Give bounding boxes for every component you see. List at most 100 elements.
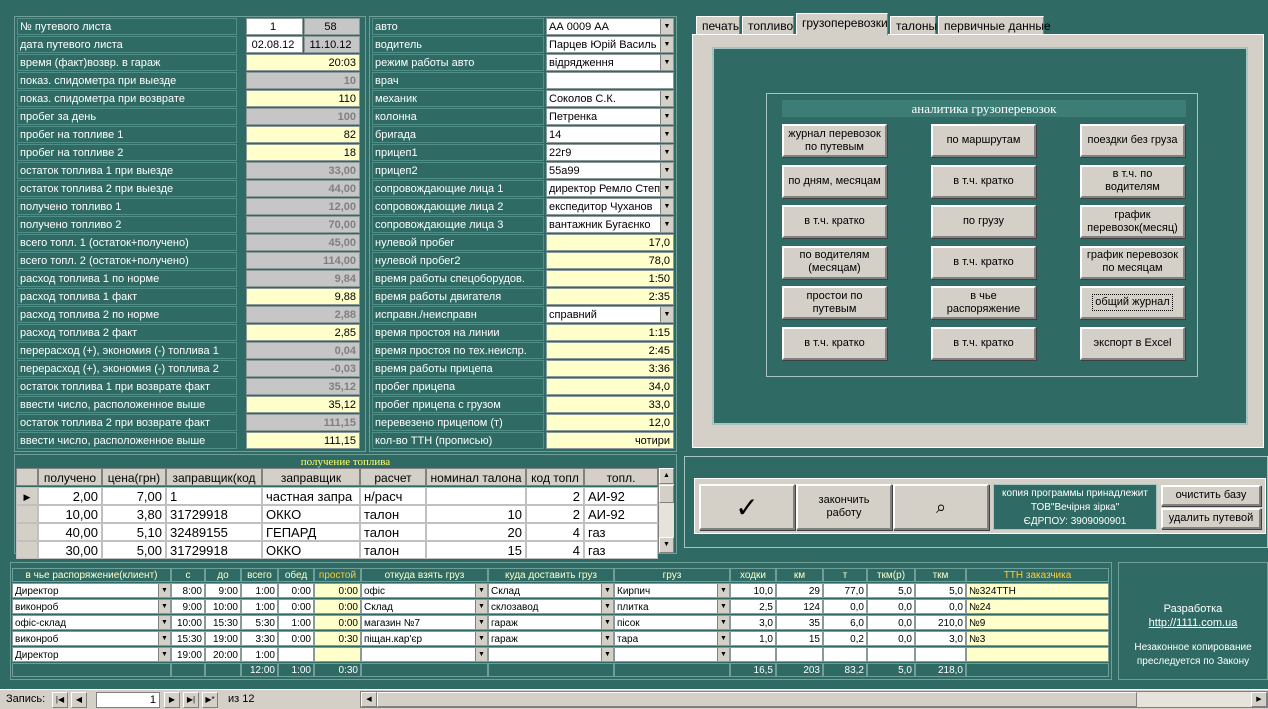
trips-cell[interactable]: №9 — [966, 615, 1109, 630]
field-value-right[interactable]: 58 — [304, 18, 360, 35]
dropdown-arrow-icon[interactable]: ▼ — [158, 632, 170, 645]
dropdown-arrow-icon[interactable]: ▼ — [601, 632, 613, 645]
fuel-cell[interactable]: 31729918 — [166, 505, 262, 523]
dropdown-arrow-icon[interactable]: ▼ — [660, 217, 673, 232]
dropdown-arrow-icon[interactable]: ▼ — [601, 648, 613, 661]
dropdown-arrow-icon[interactable]: ▼ — [717, 632, 729, 645]
tab-4[interactable]: талоны — [890, 16, 937, 35]
first-record-button[interactable]: |◀ — [52, 692, 68, 708]
trips-cell[interactable]: 0:00 — [314, 583, 361, 598]
analytics-button[interactable]: в т.ч. кратко — [931, 164, 1036, 198]
field-select[interactable]: 55а99 ▼ — [546, 162, 674, 179]
analytics-button[interactable]: график перевозок по месяцам — [1080, 245, 1185, 279]
dropdown-arrow-icon[interactable]: ▼ — [660, 37, 673, 52]
field-value[interactable]: 2,85 — [246, 324, 360, 341]
trips-cell[interactable]: 0,2 — [823, 631, 867, 646]
analytics-button[interactable]: график перевозок(месяц) — [1080, 205, 1185, 238]
dropdown-arrow-icon[interactable]: ▼ — [660, 181, 673, 196]
fuel-cell[interactable]: 15 — [426, 541, 526, 559]
tab-5[interactable]: первичные данные — [938, 16, 1051, 35]
trips-cell[interactable]: пісок ▼ — [614, 615, 730, 630]
fuel-cell[interactable]: ГЕПАРД — [262, 523, 360, 541]
analytics-button[interactable]: поездки без груза — [1080, 124, 1185, 157]
trips-cell[interactable]: 3,0 — [915, 631, 966, 646]
analytics-button[interactable]: общий журнал — [1080, 286, 1185, 319]
field-value-left[interactable]: 02.08.12 — [246, 36, 303, 53]
field-value[interactable]: 33,0 — [546, 396, 674, 413]
fuel-cell[interactable]: ОККО — [262, 541, 360, 559]
fuel-cell[interactable]: 20 — [426, 523, 526, 541]
trips-cell[interactable] — [776, 647, 823, 662]
fuel-cell[interactable]: 32489155 — [166, 523, 262, 541]
trips-cell[interactable]: 10:00 — [205, 599, 241, 614]
field-value[interactable]: 2:35 — [546, 288, 674, 305]
fuel-cell[interactable]: 5,10 — [102, 523, 166, 541]
field-select[interactable]: експедитор Чуханов ▼ — [546, 198, 674, 215]
trips-cell[interactable]: 35 — [776, 615, 823, 630]
trips-cell[interactable]: офіс ▼ — [361, 583, 488, 598]
fuel-cell[interactable]: 2 — [526, 487, 584, 505]
field-value-left[interactable]: 1 — [246, 18, 303, 35]
field-value[interactable] — [546, 72, 674, 89]
fuel-cell[interactable]: АИ-92 — [584, 505, 658, 523]
trips-cell[interactable]: 1,0 — [730, 631, 776, 646]
trips-cell[interactable] — [867, 647, 915, 662]
row-selector[interactable] — [16, 505, 38, 523]
trips-cell[interactable]: 5:30 — [241, 615, 278, 630]
analytics-button[interactable]: в т.ч. кратко — [782, 205, 887, 238]
trips-cell[interactable]: 3,0 — [730, 615, 776, 630]
trips-cell[interactable]: піщан.кар'єр ▼ — [361, 631, 488, 646]
trips-cell[interactable]: 8:00 — [171, 583, 205, 598]
dropdown-arrow-icon[interactable]: ▼ — [601, 600, 613, 613]
field-select[interactable]: 22г9 ▼ — [546, 144, 674, 161]
trips-cell[interactable]: 0,0 — [823, 599, 867, 614]
fuel-cell[interactable]: 4 — [526, 541, 584, 559]
trips-cell[interactable]: 0,0 — [867, 615, 915, 630]
fuel-cell[interactable]: 31729918 — [166, 541, 262, 559]
trips-cell[interactable]: 5,0 — [915, 583, 966, 598]
dropdown-arrow-icon[interactable]: ▼ — [660, 109, 673, 124]
field-value[interactable]: 110 — [246, 90, 360, 107]
dropdown-arrow-icon[interactable]: ▼ — [660, 145, 673, 160]
trips-cell[interactable]: 1:00 — [241, 599, 278, 614]
analytics-button[interactable]: в т.ч. кратко — [931, 326, 1036, 360]
field-value[interactable]: 1:15 — [546, 324, 674, 341]
fuel-cell[interactable] — [426, 487, 526, 505]
dropdown-arrow-icon[interactable]: ▼ — [660, 19, 673, 34]
trips-cell[interactable] — [314, 647, 361, 662]
fuel-cell[interactable]: 10 — [426, 505, 526, 523]
trips-cell[interactable]: тара ▼ — [614, 631, 730, 646]
record-number-input[interactable]: 1 — [96, 692, 160, 708]
trips-cell[interactable]: 124 — [776, 599, 823, 614]
trips-cell[interactable]: 0:00 — [314, 615, 361, 630]
trips-cell[interactable] — [915, 647, 966, 662]
analytics-button[interactable]: простои по путевым — [782, 286, 887, 319]
fuel-cell[interactable]: ОККО — [262, 505, 360, 523]
field-value[interactable]: 9,88 — [246, 288, 360, 305]
confirm-button[interactable]: ✓ — [699, 484, 795, 530]
field-select[interactable]: 14 ▼ — [546, 126, 674, 143]
trips-cell[interactable]: 0:30 — [314, 631, 361, 646]
dropdown-arrow-icon[interactable]: ▼ — [158, 648, 170, 661]
find-button[interactable]: ⌕ — [893, 484, 989, 530]
fuel-cell[interactable]: талон — [360, 505, 426, 523]
trips-cell[interactable]: плитка ▼ — [614, 599, 730, 614]
trips-cell[interactable] — [966, 647, 1109, 662]
fuel-cell[interactable]: 5,00 — [102, 541, 166, 559]
dropdown-arrow-icon[interactable]: ▼ — [475, 632, 487, 645]
trips-cell[interactable]: ▼ — [488, 647, 614, 662]
trips-cell[interactable]: гараж ▼ — [488, 631, 614, 646]
analytics-button[interactable]: в т.ч. кратко — [782, 326, 887, 360]
trips-cell[interactable]: 0,0 — [867, 631, 915, 646]
analytics-button[interactable]: журнал перевозок по путевым — [782, 124, 887, 157]
field-select[interactable]: директор Ремло Степ ▼ — [546, 180, 674, 197]
dropdown-arrow-icon[interactable]: ▼ — [717, 600, 729, 613]
trips-cell[interactable]: 210,0 — [915, 615, 966, 630]
dropdown-arrow-icon[interactable]: ▼ — [660, 55, 673, 70]
analytics-button[interactable]: в т.ч. кратко — [931, 245, 1036, 279]
field-value-right[interactable]: 11.10.12 — [304, 36, 360, 53]
prev-record-button[interactable]: ◀ — [71, 692, 87, 708]
field-value[interactable]: 2:45 — [546, 342, 674, 359]
field-select[interactable]: АА 0009 АА ▼ — [546, 18, 674, 35]
trips-cell[interactable]: 5,0 — [867, 583, 915, 598]
